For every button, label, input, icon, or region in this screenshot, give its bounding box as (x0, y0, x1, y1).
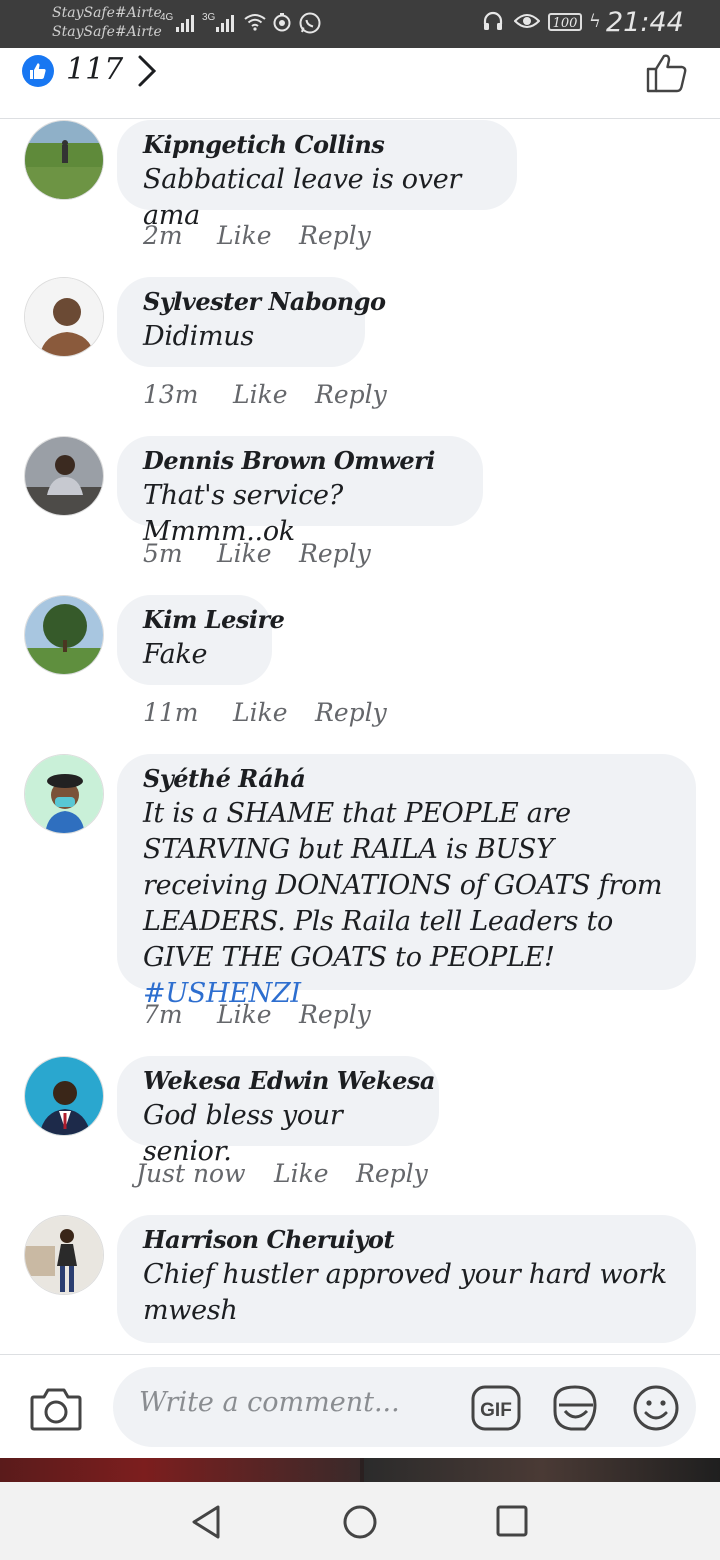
comment-time: 7m (143, 1000, 183, 1029)
signal-icon-2 (216, 14, 234, 32)
like-button[interactable]: Like (274, 1159, 356, 1188)
whatsapp-icon (299, 12, 321, 34)
reply-button[interactable]: Reply (299, 539, 371, 568)
comment-text: Fake (143, 639, 208, 670)
chevron-right-icon[interactable] (136, 54, 158, 88)
comment-bubble[interactable]: Kim Lesire Fake (117, 595, 285, 685)
recents-icon[interactable] (496, 1504, 528, 1538)
camera-icon[interactable] (30, 1385, 82, 1431)
like-reaction-icon[interactable] (22, 55, 54, 87)
commenter-name[interactable]: Dennis Brown Omweri (143, 444, 457, 478)
eye-comfort-icon (514, 14, 540, 28)
like-button[interactable]: Like (233, 698, 315, 727)
charging-icon: ϟ (589, 11, 601, 32)
reply-button[interactable]: Reply (315, 698, 387, 727)
comment-bubble[interactable]: Syéthé Ráhá It is a SHAME that PEOPLE ar… (117, 754, 696, 1009)
timer-icon (273, 13, 291, 32)
like-button[interactable]: Like (233, 380, 315, 409)
comment-time: 11m (143, 698, 199, 727)
sticker-icon[interactable] (549, 1381, 601, 1433)
carrier-2: StaySafe#Airte (52, 24, 162, 40)
battery-indicator: 100 (548, 13, 582, 31)
wifi-icon (244, 14, 266, 31)
system-navigation-bar (0, 1482, 720, 1560)
comment-time: 5m (143, 539, 183, 568)
emoji-icon[interactable] (631, 1383, 681, 1433)
comment-actions: 5m Like Reply (143, 539, 371, 568)
comment-text: Chief hustler approved your hard work mw… (143, 1259, 667, 1326)
background-content-strip (0, 1458, 720, 1482)
comment-actions: 2m Like Reply (143, 221, 371, 250)
commenter-name[interactable]: Harrison Cheruiyot (143, 1223, 670, 1257)
clock: 21:44 (606, 7, 684, 38)
signal-icon (176, 14, 194, 32)
avatar[interactable] (24, 754, 104, 834)
avatar[interactable] (24, 1215, 104, 1295)
carrier-labels: StaySafe#Airte StaySafe#Airte (52, 4, 162, 42)
comment-actions: 11m Like Reply (143, 698, 387, 727)
gif-label: GIF (480, 1400, 512, 1421)
avatar[interactable] (24, 595, 104, 675)
like-button[interactable]: Like (217, 221, 299, 250)
network-type-2: 3G (202, 12, 216, 23)
commenter-name[interactable]: Syéthé Ráhá (143, 762, 670, 796)
commenter-name[interactable]: Wekesa Edwin Wekesa (143, 1064, 435, 1098)
comment-input[interactable]: Write a comment... GIF (113, 1367, 696, 1447)
comment-time: Just now (136, 1159, 246, 1188)
comment-bubble[interactable]: Harrison Cheruiyot Chief hustler approve… (117, 1215, 696, 1343)
comment-bubble[interactable]: Wekesa Edwin Wekesa God bless your senio… (117, 1056, 439, 1167)
reactions-header: 117 (0, 48, 720, 119)
avatar[interactable] (24, 277, 104, 357)
back-icon[interactable] (190, 1504, 222, 1540)
comment-placeholder: Write a comment... (139, 1387, 400, 1418)
avatar[interactable] (24, 436, 104, 516)
comment-actions: 13m Like Reply (143, 380, 387, 409)
comment-bubble[interactable]: Dennis Brown Omweri That's service? Mmmm… (117, 436, 483, 547)
comment-actions: 7m Like Reply (143, 1000, 371, 1029)
gif-button[interactable]: GIF (471, 1385, 521, 1435)
reply-button[interactable]: Reply (356, 1159, 428, 1188)
network-type-1: 4G (160, 12, 174, 23)
commenter-name[interactable]: Kipngetich Collins (143, 128, 491, 162)
comment-text: It is a SHAME that PEOPLE are STARVING b… (143, 798, 663, 973)
commenter-name[interactable]: Sylvester Nabongo (143, 285, 386, 319)
avatar[interactable] (24, 1056, 104, 1136)
reply-button[interactable]: Reply (315, 380, 387, 409)
comment-bubble[interactable]: Kipngetich Collins Sabbatical leave is o… (117, 120, 517, 231)
comment-text: Didimus (143, 321, 254, 352)
like-button-icon[interactable] (644, 52, 690, 94)
comment-actions: Just now Like Reply (136, 1159, 428, 1188)
comment-composer: Write a comment... GIF (0, 1354, 720, 1459)
comment-time: 2m (143, 221, 183, 250)
like-button[interactable]: Like (217, 539, 299, 568)
gif-icon[interactable]: GIF (471, 1385, 521, 1431)
home-icon[interactable] (342, 1504, 378, 1540)
reply-button[interactable]: Reply (299, 221, 371, 250)
avatar[interactable] (24, 120, 104, 200)
like-button[interactable]: Like (217, 1000, 299, 1029)
headphones-icon (483, 11, 503, 30)
status-bar: StaySafe#Airte StaySafe#Airte 4G 3G 100 … (0, 0, 720, 48)
reply-button[interactable]: Reply (299, 1000, 371, 1029)
comment-time: 13m (143, 380, 199, 409)
reaction-count[interactable]: 117 (66, 52, 123, 87)
commenter-name[interactable]: Kim Lesire (143, 603, 285, 637)
comment-bubble[interactable]: Sylvester Nabongo Didimus (117, 277, 386, 367)
carrier-1: StaySafe#Airte (52, 5, 162, 21)
